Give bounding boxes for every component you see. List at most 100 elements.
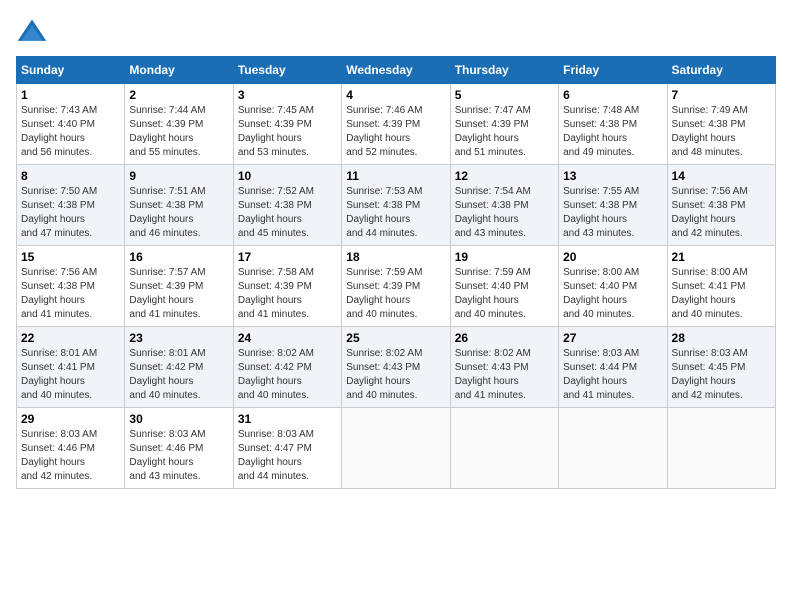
calendar-cell: 6 Sunrise: 7:48 AM Sunset: 4:38 PM Dayli… [559,84,667,165]
sunrise-label: Sunrise: 7:59 AM [455,267,531,278]
day-number: 21 [672,250,771,264]
day-info: Sunrise: 8:03 AM Sunset: 4:47 PM Dayligh… [238,428,337,484]
calendar-cell: 28 Sunrise: 8:03 AM Sunset: 4:45 PM Dayl… [667,327,775,408]
day-info: Sunrise: 7:52 AM Sunset: 4:38 PM Dayligh… [238,185,337,241]
daylight-label: Daylight hours [238,133,302,144]
calendar-cell: 30 Sunrise: 8:03 AM Sunset: 4:46 PM Dayl… [125,408,233,489]
day-info: Sunrise: 8:03 AM Sunset: 4:46 PM Dayligh… [21,428,120,484]
sunset-label: Sunset: 4:38 PM [455,200,529,211]
sunset-label: Sunset: 4:41 PM [672,281,746,292]
daylight-minutes: and 56 minutes. [21,147,92,158]
daylight-label: Daylight hours [21,457,85,468]
daylight-label: Daylight hours [21,214,85,225]
daylight-minutes: and 44 minutes. [238,471,309,482]
day-info: Sunrise: 7:59 AM Sunset: 4:39 PM Dayligh… [346,266,445,322]
day-number: 4 [346,88,445,102]
daylight-label: Daylight hours [563,214,627,225]
sunrise-label: Sunrise: 7:56 AM [672,186,748,197]
daylight-label: Daylight hours [455,214,519,225]
day-number: 9 [129,169,228,183]
daylight-minutes: and 40 minutes. [672,309,743,320]
calendar-cell: 10 Sunrise: 7:52 AM Sunset: 4:38 PM Dayl… [233,165,341,246]
daylight-minutes: and 40 minutes. [563,309,634,320]
day-info: Sunrise: 8:00 AM Sunset: 4:40 PM Dayligh… [563,266,662,322]
day-number: 15 [21,250,120,264]
day-number: 17 [238,250,337,264]
day-info: Sunrise: 7:56 AM Sunset: 4:38 PM Dayligh… [672,185,771,241]
sunset-label: Sunset: 4:38 PM [563,200,637,211]
daylight-minutes: and 47 minutes. [21,228,92,239]
daylight-minutes: and 42 minutes. [672,228,743,239]
sunset-label: Sunset: 4:39 PM [129,281,203,292]
day-number: 13 [563,169,662,183]
daylight-minutes: and 49 minutes. [563,147,634,158]
day-info: Sunrise: 7:54 AM Sunset: 4:38 PM Dayligh… [455,185,554,241]
day-info: Sunrise: 7:55 AM Sunset: 4:38 PM Dayligh… [563,185,662,241]
day-info: Sunrise: 8:03 AM Sunset: 4:44 PM Dayligh… [563,347,662,403]
day-number: 7 [672,88,771,102]
day-number: 20 [563,250,662,264]
calendar-cell: 13 Sunrise: 7:55 AM Sunset: 4:38 PM Dayl… [559,165,667,246]
weekday-header-row: SundayMondayTuesdayWednesdayThursdayFrid… [17,57,776,84]
day-info: Sunrise: 7:47 AM Sunset: 4:39 PM Dayligh… [455,104,554,160]
sunrise-label: Sunrise: 7:52 AM [238,186,314,197]
sunset-label: Sunset: 4:47 PM [238,443,312,454]
weekday-header-friday: Friday [559,57,667,84]
calendar-cell: 2 Sunrise: 7:44 AM Sunset: 4:39 PM Dayli… [125,84,233,165]
calendar-week-row: 8 Sunrise: 7:50 AM Sunset: 4:38 PM Dayli… [17,165,776,246]
day-number: 5 [455,88,554,102]
weekday-header-thursday: Thursday [450,57,558,84]
weekday-header-wednesday: Wednesday [342,57,450,84]
day-info: Sunrise: 7:43 AM Sunset: 4:40 PM Dayligh… [21,104,120,160]
sunrise-label: Sunrise: 7:56 AM [21,267,97,278]
daylight-label: Daylight hours [563,133,627,144]
day-number: 19 [455,250,554,264]
day-number: 18 [346,250,445,264]
sunset-label: Sunset: 4:39 PM [346,281,420,292]
sunset-label: Sunset: 4:38 PM [21,281,95,292]
daylight-minutes: and 48 minutes. [672,147,743,158]
sunset-label: Sunset: 4:43 PM [455,362,529,373]
calendar-cell: 31 Sunrise: 8:03 AM Sunset: 4:47 PM Dayl… [233,408,341,489]
day-info: Sunrise: 8:00 AM Sunset: 4:41 PM Dayligh… [672,266,771,322]
sunrise-label: Sunrise: 8:01 AM [21,348,97,359]
calendar-cell: 19 Sunrise: 7:59 AM Sunset: 4:40 PM Dayl… [450,246,558,327]
day-info: Sunrise: 8:03 AM Sunset: 4:46 PM Dayligh… [129,428,228,484]
day-number: 12 [455,169,554,183]
calendar-cell: 11 Sunrise: 7:53 AM Sunset: 4:38 PM Dayl… [342,165,450,246]
day-number: 10 [238,169,337,183]
sunrise-label: Sunrise: 8:03 AM [238,429,314,440]
day-info: Sunrise: 8:01 AM Sunset: 4:41 PM Dayligh… [21,347,120,403]
day-info: Sunrise: 7:48 AM Sunset: 4:38 PM Dayligh… [563,104,662,160]
day-info: Sunrise: 7:53 AM Sunset: 4:38 PM Dayligh… [346,185,445,241]
daylight-label: Daylight hours [455,295,519,306]
calendar-cell: 21 Sunrise: 8:00 AM Sunset: 4:41 PM Dayl… [667,246,775,327]
calendar-cell: 1 Sunrise: 7:43 AM Sunset: 4:40 PM Dayli… [17,84,125,165]
daylight-minutes: and 51 minutes. [455,147,526,158]
calendar-week-row: 29 Sunrise: 8:03 AM Sunset: 4:46 PM Dayl… [17,408,776,489]
sunset-label: Sunset: 4:39 PM [238,119,312,130]
day-number: 1 [21,88,120,102]
sunset-label: Sunset: 4:39 PM [238,281,312,292]
daylight-label: Daylight hours [455,133,519,144]
day-info: Sunrise: 7:49 AM Sunset: 4:38 PM Dayligh… [672,104,771,160]
weekday-header-monday: Monday [125,57,233,84]
calendar-cell: 8 Sunrise: 7:50 AM Sunset: 4:38 PM Dayli… [17,165,125,246]
sunrise-label: Sunrise: 8:00 AM [672,267,748,278]
day-number: 29 [21,412,120,426]
daylight-minutes: and 40 minutes. [238,390,309,401]
day-number: 6 [563,88,662,102]
day-number: 25 [346,331,445,345]
logo [16,16,52,48]
day-number: 31 [238,412,337,426]
calendar-cell [667,408,775,489]
daylight-label: Daylight hours [129,214,193,225]
daylight-label: Daylight hours [129,133,193,144]
calendar-cell: 23 Sunrise: 8:01 AM Sunset: 4:42 PM Dayl… [125,327,233,408]
day-number: 26 [455,331,554,345]
calendar-cell: 24 Sunrise: 8:02 AM Sunset: 4:42 PM Dayl… [233,327,341,408]
daylight-minutes: and 43 minutes. [563,228,634,239]
sunrise-label: Sunrise: 7:43 AM [21,105,97,116]
day-info: Sunrise: 8:02 AM Sunset: 4:43 PM Dayligh… [455,347,554,403]
sunset-label: Sunset: 4:43 PM [346,362,420,373]
